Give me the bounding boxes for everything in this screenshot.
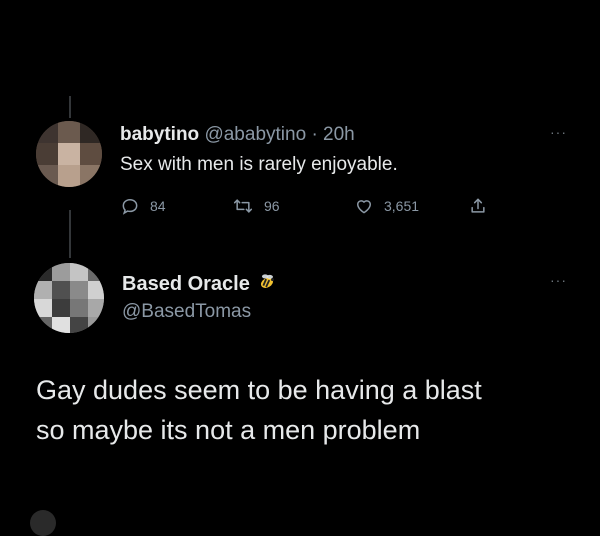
- heart-icon: [354, 196, 374, 216]
- tweet1-header: babytino @ababytino · 20h: [120, 123, 355, 147]
- tweet2-text-line2: so maybe its not a men problem: [36, 415, 421, 445]
- tweet1-display-name[interactable]: babytino: [120, 124, 199, 145]
- tweet2-display-name[interactable]: Based Oracle: [122, 272, 250, 296]
- tweet2-text-line1: Gay dudes seem to be having a blast: [36, 375, 482, 405]
- share-button[interactable]: [468, 196, 488, 216]
- avatar-babytino[interactable]: [36, 121, 102, 187]
- tweet2-more-button[interactable]: ···: [550, 272, 567, 288]
- retweet-count: 96: [264, 198, 280, 214]
- tweet1-timestamp[interactable]: 20h: [323, 124, 355, 145]
- tweet1-text: Sex with men is rarely enjoyable.: [120, 154, 398, 175]
- tweet1-separator: ·: [311, 124, 318, 145]
- tweet1-handle[interactable]: @ababytino: [204, 124, 306, 145]
- tweet-screenshot: babytino @ababytino · 20h ··· Sex with m…: [0, 0, 600, 536]
- thread-connector-bottom: [69, 210, 71, 258]
- bee-emoji-icon: [256, 270, 278, 298]
- tweet1-action-bar: 84 96 3,651: [120, 196, 510, 220]
- tweet1-more-button[interactable]: ···: [550, 124, 567, 140]
- reply-icon: [120, 196, 140, 216]
- retweet-icon: [232, 196, 254, 216]
- thread-connector-top: [69, 96, 71, 118]
- avatar-based-oracle[interactable]: [34, 263, 104, 333]
- share-icon: [468, 196, 488, 216]
- like-count: 3,651: [384, 198, 420, 214]
- tweet2-display-name-row: Based Oracle: [122, 270, 278, 298]
- reply-count: 84: [150, 198, 166, 214]
- retweet-button[interactable]: 96: [232, 196, 280, 216]
- next-avatar-partial: [30, 510, 56, 536]
- tweet2-text: Gay dudes seem to be having a blast so m…: [36, 370, 576, 450]
- tweet2-handle[interactable]: @BasedTomas: [122, 300, 251, 324]
- reply-button[interactable]: 84: [120, 196, 166, 216]
- like-button[interactable]: 3,651: [354, 196, 419, 216]
